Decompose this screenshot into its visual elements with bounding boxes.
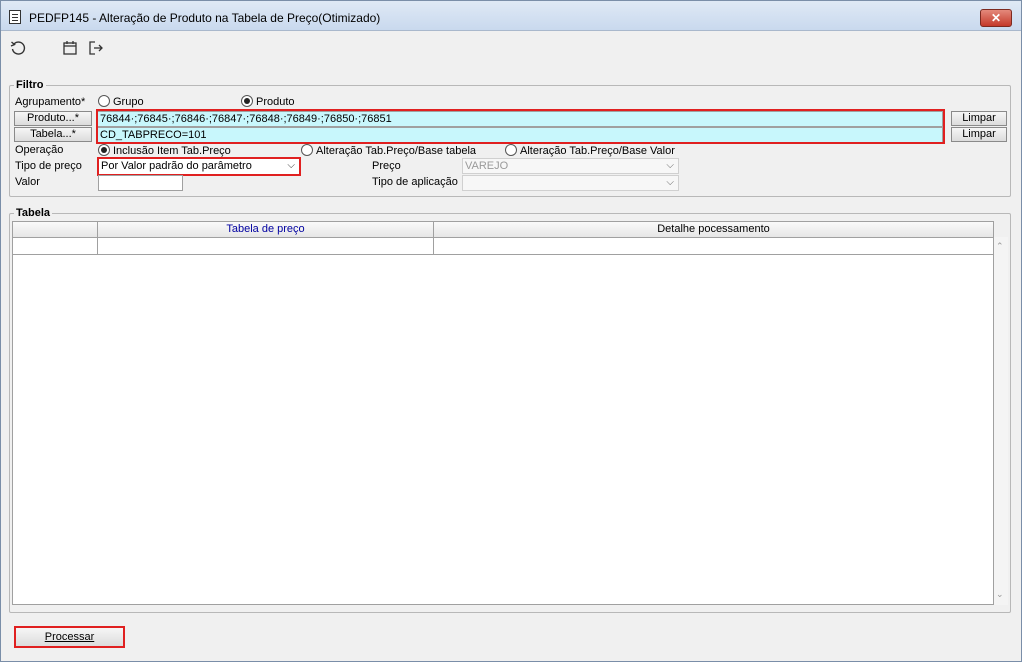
table-cell[interactable] — [98, 238, 434, 255]
tipo-aplicacao-select[interactable]: ⌵ — [462, 175, 679, 191]
preco-select[interactable]: VAREJO ⌵ — [462, 158, 679, 174]
scroll-up-icon[interactable]: ⌃ — [996, 241, 1004, 252]
table-row-indicator[interactable] — [13, 238, 98, 255]
chevron-down-icon: ⌵ — [666, 177, 674, 188]
column-header-detalhe[interactable]: Detalhe pocessamento — [434, 222, 994, 238]
tabela-button[interactable]: Tabela...* — [14, 127, 92, 142]
produto-label: Produto — [256, 96, 295, 108]
op-inclusao-radio[interactable] — [98, 144, 110, 156]
produto-button[interactable]: Produto...* — [14, 111, 92, 126]
tabela-legend: Tabela — [14, 207, 53, 219]
limpar-tabela-button[interactable]: Limpar — [951, 127, 1007, 142]
limpar-produto-button[interactable]: Limpar — [951, 111, 1007, 126]
op-base-valor-radio[interactable] — [505, 144, 517, 156]
op-base-tabela-label: Alteração Tab.Preço/Base tabela — [316, 145, 477, 157]
toolbar — [1, 32, 1021, 64]
preco-value: VAREJO — [465, 160, 509, 172]
chevron-down-icon: ⌵ — [666, 160, 674, 171]
grupo-label: Grupo — [113, 96, 144, 108]
main-window: PEDFP145 - Alteração de Produto na Tabel… — [0, 0, 1022, 662]
op-base-valor-label: Alteração Tab.Preço/Base Valor — [520, 145, 675, 157]
column-header-tabela-preco[interactable]: Tabela de preço — [98, 222, 434, 238]
processar-button[interactable]: Processar — [15, 627, 124, 647]
tipo-preco-select[interactable]: Por Valor padrão do parâmetro ⌵ — [98, 158, 300, 175]
produto-field[interactable]: 76844·;76845·;76846·;76847·;76848·;76849… — [97, 111, 943, 127]
close-button[interactable]: ✕ — [980, 9, 1012, 27]
results-grid[interactable]: Tabela de preço Detalhe pocessamento — [12, 221, 994, 605]
vertical-scrollbar[interactable]: ⌃ ⌄ — [994, 237, 1008, 605]
valor-input[interactable] — [98, 175, 183, 191]
logout-icon[interactable] — [87, 40, 105, 58]
title-bar: PEDFP145 - Alteração de Produto na Tabel… — [1, 1, 1021, 31]
valor-label: Valor — [15, 176, 40, 188]
preco-label: Preço — [372, 160, 401, 172]
agrupamento-label: Agrupamento* — [15, 96, 86, 108]
refresh-icon[interactable] — [9, 40, 27, 58]
table-cell[interactable] — [434, 238, 994, 255]
tipo-preco-value: Por Valor padrão do parâmetro — [101, 160, 252, 172]
scroll-down-icon[interactable]: ⌄ — [996, 589, 1004, 600]
produto-radio[interactable] — [241, 95, 253, 107]
op-inclusao-label: Inclusão Item Tab.Preço — [113, 145, 231, 157]
tabela-field[interactable]: CD_TABPRECO=101 — [97, 127, 943, 143]
grid-corner-header — [13, 222, 98, 238]
tipo-aplicacao-label: Tipo de aplicação — [372, 176, 458, 188]
document-icon — [9, 10, 21, 24]
chevron-down-icon: ⌵ — [287, 160, 295, 171]
calendar-icon[interactable] — [61, 40, 79, 58]
tipo-preco-label: Tipo de preço — [15, 160, 82, 172]
grupo-radio[interactable] — [98, 95, 110, 107]
operacao-label: Operação — [15, 144, 64, 156]
filtro-legend: Filtro — [14, 79, 46, 91]
op-base-tabela-radio[interactable] — [301, 144, 313, 156]
window-title: PEDFP145 - Alteração de Produto na Tabel… — [29, 11, 381, 25]
